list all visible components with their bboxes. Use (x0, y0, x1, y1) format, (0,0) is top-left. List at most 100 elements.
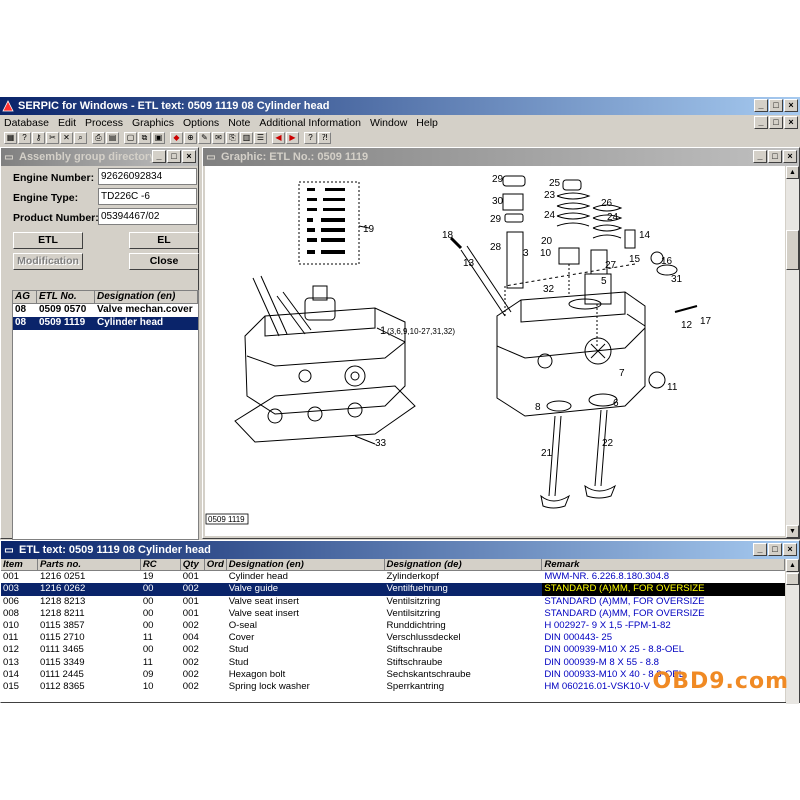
menu-process[interactable]: Process (85, 117, 123, 129)
column-etl-no[interactable]: ETL No. (37, 291, 95, 304)
scroll-down-arrow-icon[interactable]: ▼ (786, 525, 799, 538)
cell-ord (205, 669, 227, 681)
cut-icon[interactable]: ✂ (46, 132, 59, 144)
graphic-title-bar[interactable]: ▭ Graphic: ETL No.: 0509 1119 _ □ × (203, 148, 799, 166)
table-row[interactable]: 001 1216 0251 19 001 Cylinder head Zylinderko… (1, 571, 785, 583)
cell-remark: DIN 000443- 25 (544, 632, 613, 644)
graphic-close-button[interactable]: × (783, 150, 797, 163)
etl-text-window: ▭ ETL text: 0509 1119 08 Cylinder head _… (0, 540, 800, 704)
assembly-title-bar[interactable]: ▭ Assembly group directory _ □ × (1, 148, 198, 166)
menu-options[interactable]: Options (183, 117, 219, 129)
assembly-close-button[interactable]: × (182, 150, 196, 163)
key-icon[interactable]: ⚷ (32, 132, 45, 144)
list-item[interactable]: 08 0509 0570 Valve mechan.cover (13, 304, 198, 317)
column-parts-no[interactable]: Parts no. (37, 559, 141, 572)
table-row[interactable]: 013 0115 3349 11 002 Stud Stiftschraube DIN 00… (1, 657, 785, 669)
cell-ord (205, 657, 227, 669)
cell-item: 015 (3, 680, 20, 692)
menu-database[interactable]: Database (4, 117, 49, 129)
cell-de: Ventilsitzring (386, 607, 441, 619)
menu-help[interactable]: Help (416, 117, 438, 129)
column-designation[interactable]: Designation (en) (95, 291, 198, 304)
etl-button[interactable]: ETL (13, 232, 83, 249)
modification-button[interactable]: Modification (13, 253, 83, 270)
column-qty[interactable]: Qty (180, 559, 205, 572)
list-icon[interactable]: ☰ (254, 132, 267, 144)
callout-6: 6 (613, 398, 619, 409)
table-row[interactable]: 010 0115 3857 00 002 O-seal Runddichtring H 00… (1, 620, 785, 632)
scroll-thumb[interactable] (786, 230, 799, 270)
table-row[interactable]: 006 1218 8213 00 001 Valve seat insert Ventil… (1, 596, 785, 608)
product-number-field[interactable]: 05394467/02 (98, 208, 197, 225)
help-icon[interactable]: ? (304, 132, 317, 144)
cell-de: Ventilfuehrung (386, 583, 448, 595)
column-designation-de[interactable]: Designation (de) (384, 559, 543, 572)
menu-note[interactable]: Note (228, 117, 250, 129)
scroll-up-arrow-icon[interactable]: ▲ (786, 559, 799, 572)
callout-15: 15 (629, 254, 641, 265)
graphic-vertical-scrollbar[interactable]: ▲ ▼ (786, 166, 799, 538)
exploded-view-drawing[interactable]: 29 30 29 28 18 13 19 25 23 24 26 24 20 1… (205, 166, 785, 536)
scroll-thumb[interactable] (786, 573, 799, 585)
open-database-icon[interactable]: ▦ (4, 132, 17, 144)
column-ag[interactable]: AG (13, 291, 37, 304)
el-button[interactable]: EL (129, 232, 199, 249)
pencil-icon[interactable]: ✎ (198, 132, 211, 144)
menu-window[interactable]: Window (370, 117, 407, 129)
zoom-icon[interactable]: ⊕ (184, 132, 197, 144)
cell-de: Runddichtring (386, 619, 446, 631)
column-rc[interactable]: RC (140, 559, 181, 572)
close-button[interactable]: × (784, 99, 798, 112)
etl-maximize-button[interactable]: □ (768, 543, 782, 556)
print-icon[interactable]: ⎙ (92, 132, 105, 144)
assembly-maximize-button[interactable]: □ (167, 150, 181, 163)
table-row[interactable]: 008 1218 8211 00 001 Valve seat insert Ventil… (1, 608, 785, 620)
etl-title-bar[interactable]: ▭ ETL text: 0509 1119 08 Cylinder head _… (1, 541, 799, 559)
menu-additional-information[interactable]: Additional Information (259, 117, 361, 129)
cell-parts: 1218 8211 (39, 607, 85, 619)
context-help-icon[interactable]: ⁈ (318, 132, 331, 144)
copy-icon[interactable]: ⧉ (138, 132, 151, 144)
paste-icon[interactable]: ▣ (152, 132, 165, 144)
app-title: SERPIC for Windows - ETL text: 0509 1119… (18, 100, 330, 112)
cell-ord (205, 583, 227, 595)
assembly-minimize-button[interactable]: _ (152, 150, 166, 163)
calendar-icon[interactable]: ▥ (240, 132, 253, 144)
note-icon[interactable]: ✉ (212, 132, 225, 144)
mdi-close-button[interactable]: × (784, 116, 798, 129)
column-remark[interactable]: Remark (542, 559, 785, 572)
cell-qty: 001 (182, 607, 199, 619)
column-ord[interactable]: Ord (204, 559, 227, 572)
maximize-button[interactable]: □ (769, 99, 783, 112)
table-row-selected[interactable]: 003 1216 0262 00 002 Valve guide Ventilfuehru… (1, 583, 785, 596)
engine-type-field[interactable]: TD226C -6 (98, 188, 197, 205)
menu-edit[interactable]: Edit (58, 117, 76, 129)
palette-icon[interactable]: ◆ (170, 132, 183, 144)
delete-icon[interactable]: ✕ (60, 132, 73, 144)
scroll-up-arrow-icon[interactable]: ▲ (786, 166, 799, 179)
column-item[interactable]: Item (1, 559, 38, 572)
find-icon[interactable]: ⌕ (74, 132, 87, 144)
close-button-assembly[interactable]: Close (129, 253, 199, 270)
graphic-minimize-button[interactable]: _ (753, 150, 767, 163)
table-row[interactable]: 012 0111 3465 00 002 Stud Stiftschraube DIN 00… (1, 644, 785, 656)
minimize-button[interactable]: _ (754, 99, 768, 112)
column-designation-en[interactable]: Designation (en) (226, 559, 385, 572)
app-title-bar[interactable]: SERPIC for Windows - ETL text: 0509 1119… (0, 97, 800, 115)
new-document-icon[interactable]: ▢ (124, 132, 137, 144)
mdi-minimize-button[interactable]: _ (754, 116, 768, 129)
menu-graphics[interactable]: Graphics (132, 117, 174, 129)
mdi-restore-button[interactable]: □ (769, 116, 783, 129)
previous-arrow-icon[interactable]: ◀ (272, 132, 285, 144)
attachment-icon[interactable]: ⎘ (226, 132, 239, 144)
next-arrow-icon[interactable]: ▶ (286, 132, 299, 144)
graphic-maximize-button[interactable]: □ (768, 150, 782, 163)
table-row[interactable]: 011 0115 2710 11 004 Cover Verschlussdeckel DI… (1, 632, 785, 644)
etl-close-button[interactable]: × (783, 543, 797, 556)
list-item-selected[interactable]: 08 0509 1119 Cylinder head (13, 317, 198, 330)
etl-minimize-button[interactable]: _ (753, 543, 767, 556)
search-icon[interactable]: ? (18, 132, 31, 144)
engine-number-field[interactable]: 92626092834 (98, 168, 197, 185)
print-preview-icon[interactable]: ▤ (106, 132, 119, 144)
callout-30: 30 (492, 196, 504, 207)
